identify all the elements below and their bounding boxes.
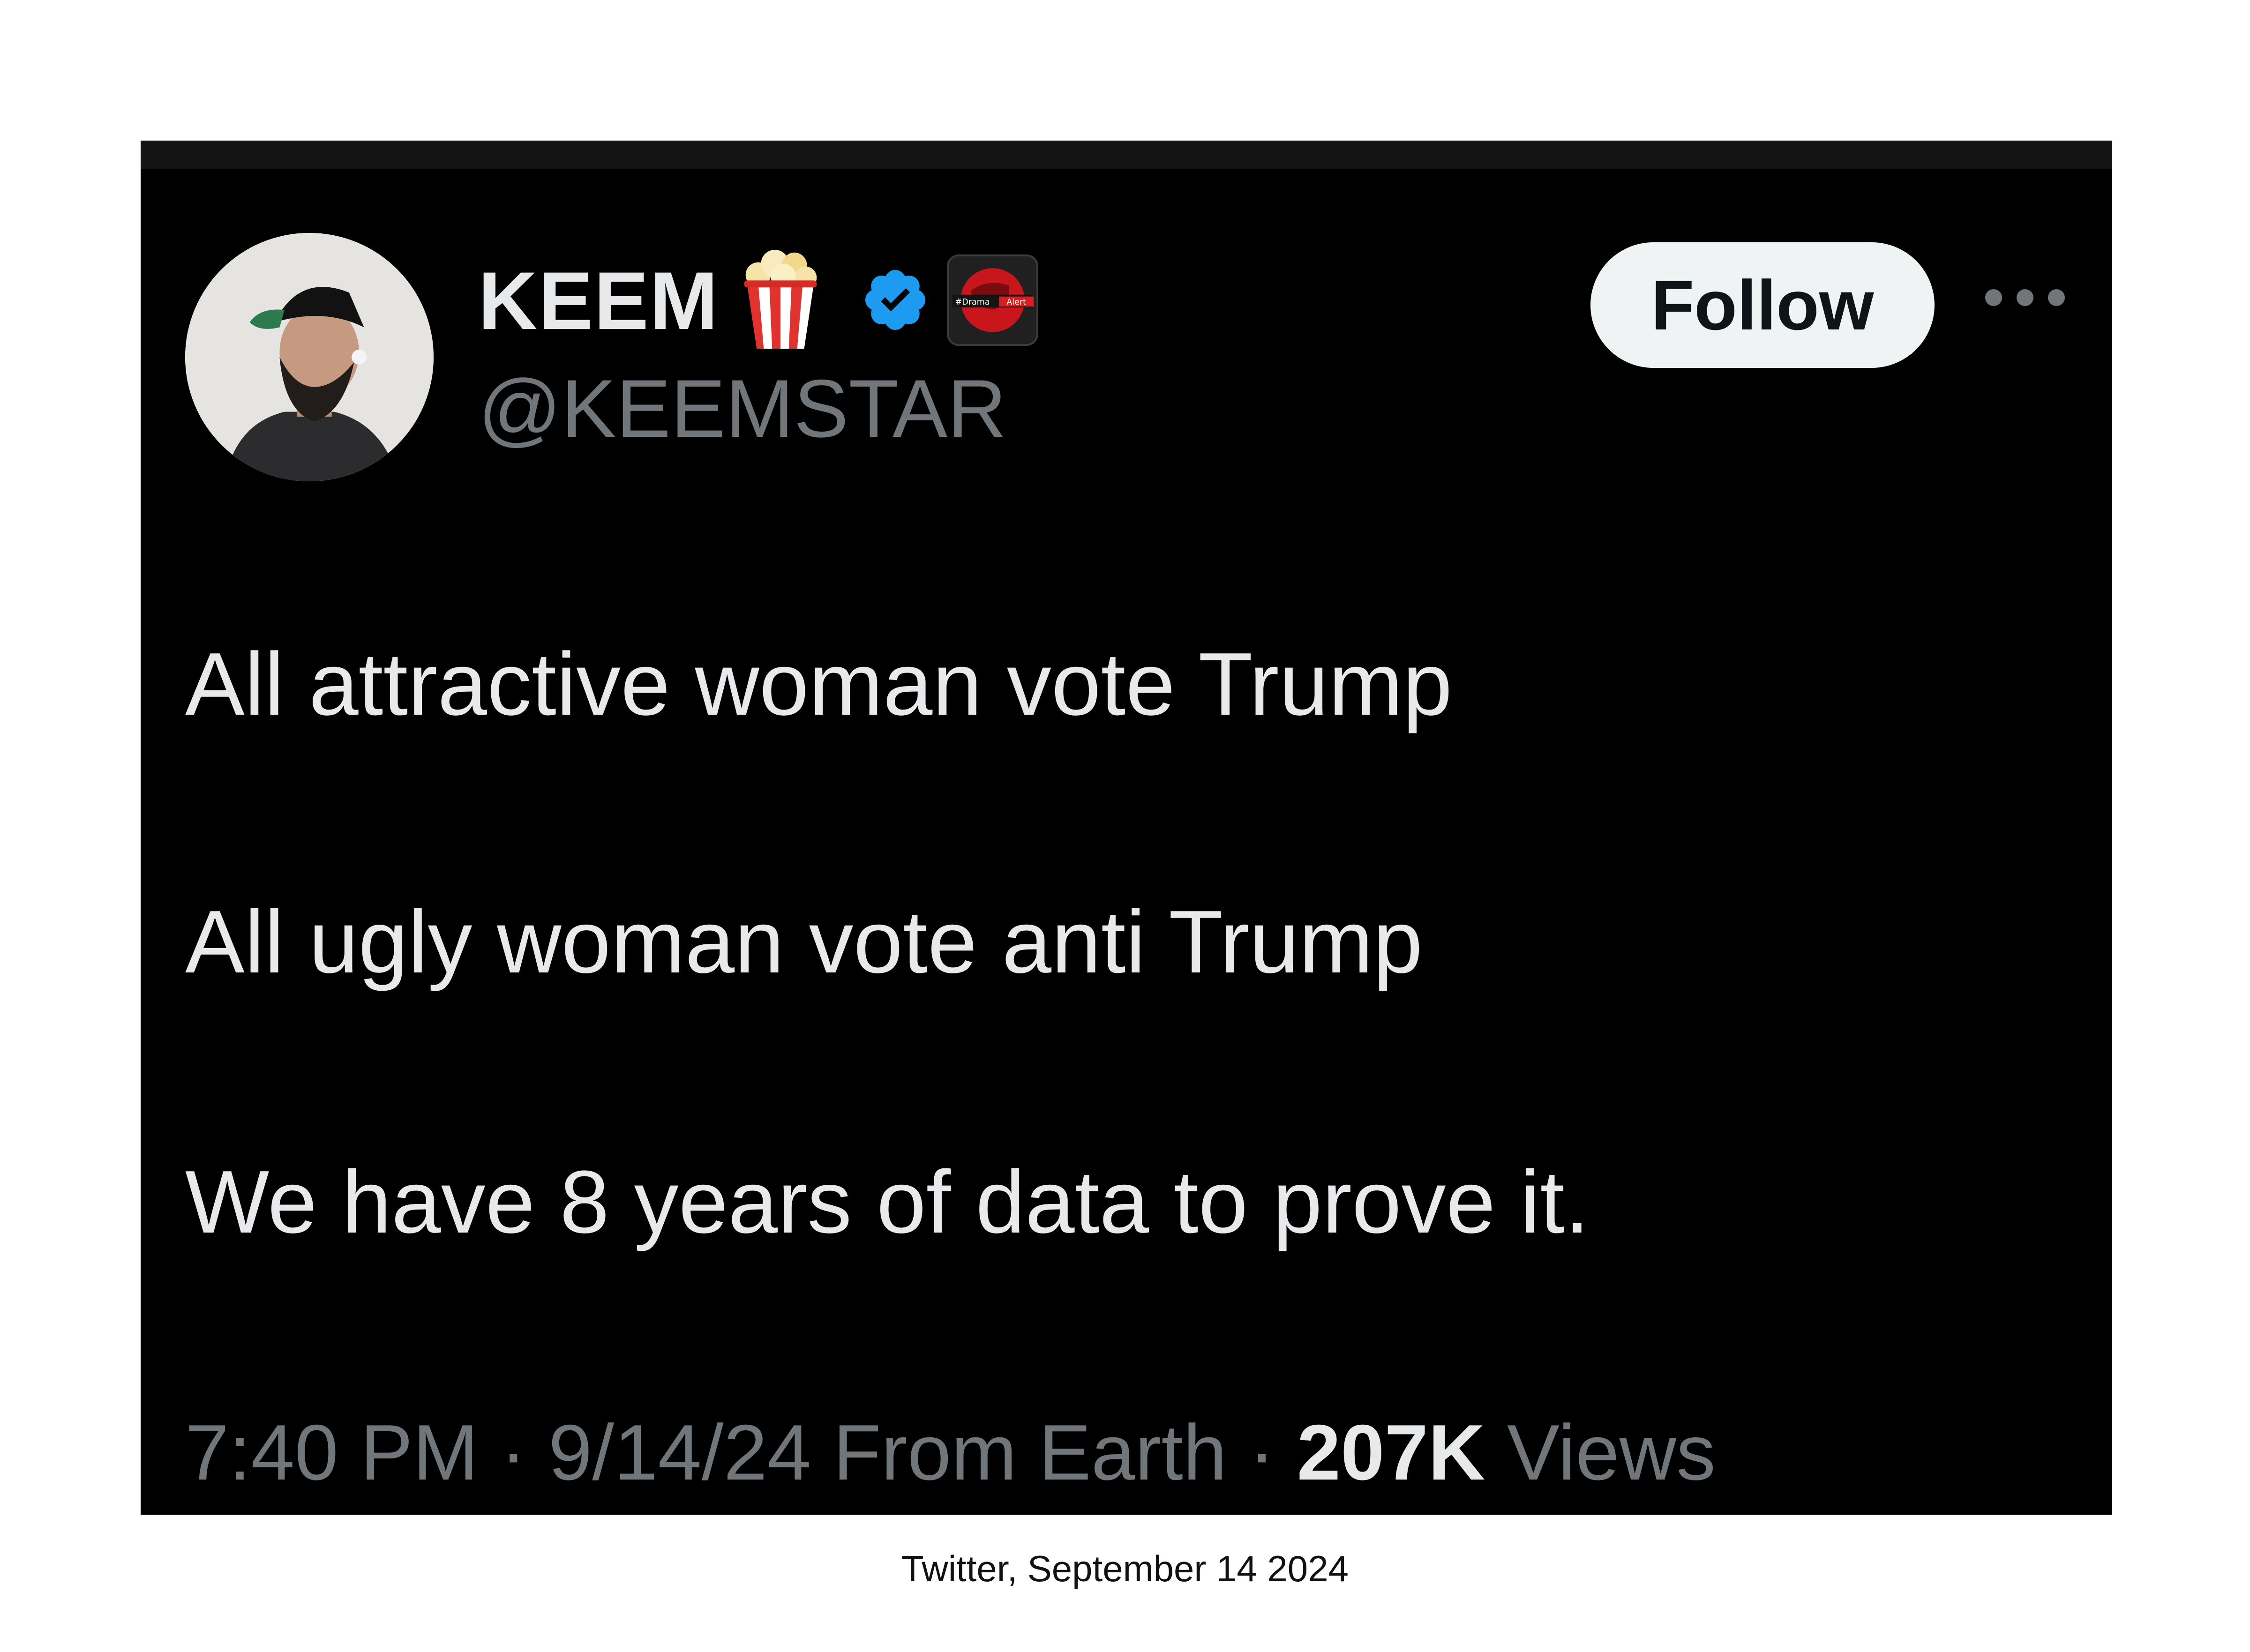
- tweet-text-line: We have 8 years of data to prove it.: [185, 1152, 1590, 1252]
- card-top-strip: [141, 141, 2112, 169]
- tweet-date[interactable]: 9/14/24: [548, 1408, 811, 1496]
- avatar[interactable]: [185, 233, 434, 481]
- handle[interactable]: @KEEMSTAR: [478, 368, 1006, 450]
- more-options-icon[interactable]: [1985, 286, 2065, 309]
- more-dot: [2048, 289, 2065, 306]
- tweet-source: From Earth: [811, 1408, 1227, 1496]
- tweet-text-line: All ugly woman vote anti Trump: [185, 892, 1423, 992]
- more-dot: [2017, 289, 2033, 306]
- avatar-photo-icon: [185, 233, 434, 481]
- views-label: Views: [1485, 1408, 1716, 1496]
- follow-button[interactable]: Follow: [1590, 242, 1935, 368]
- caption: Twitter, September 14 2024: [901, 1548, 1349, 1589]
- meta-separator: ·: [1227, 1408, 1297, 1496]
- tweet-card: KEEM #Drama Alert @KEEMSTAR Follow All a…: [141, 141, 2112, 1515]
- views-count[interactable]: 207K: [1297, 1408, 1485, 1496]
- tweet-meta: 7:40 PM · 9/14/24 From Earth · 207K View…: [185, 1413, 1716, 1492]
- dramaalert-logo-text: #Drama: [955, 298, 990, 307]
- popcorn-icon: [744, 249, 817, 349]
- dramaalert-logo-text: Alert: [1006, 298, 1026, 307]
- tweet-time[interactable]: 7:40 PM: [185, 1408, 479, 1496]
- meta-separator: ·: [478, 1408, 548, 1496]
- name-badges: #Drama Alert: [738, 248, 1038, 351]
- display-name[interactable]: KEEM: [478, 260, 719, 342]
- tweet-text-line: All attractive woman vote Trump: [185, 635, 1453, 734]
- verified-icon: [865, 269, 926, 330]
- more-dot: [1985, 289, 2002, 306]
- dramaalert-icon: #Drama Alert: [947, 254, 1038, 346]
